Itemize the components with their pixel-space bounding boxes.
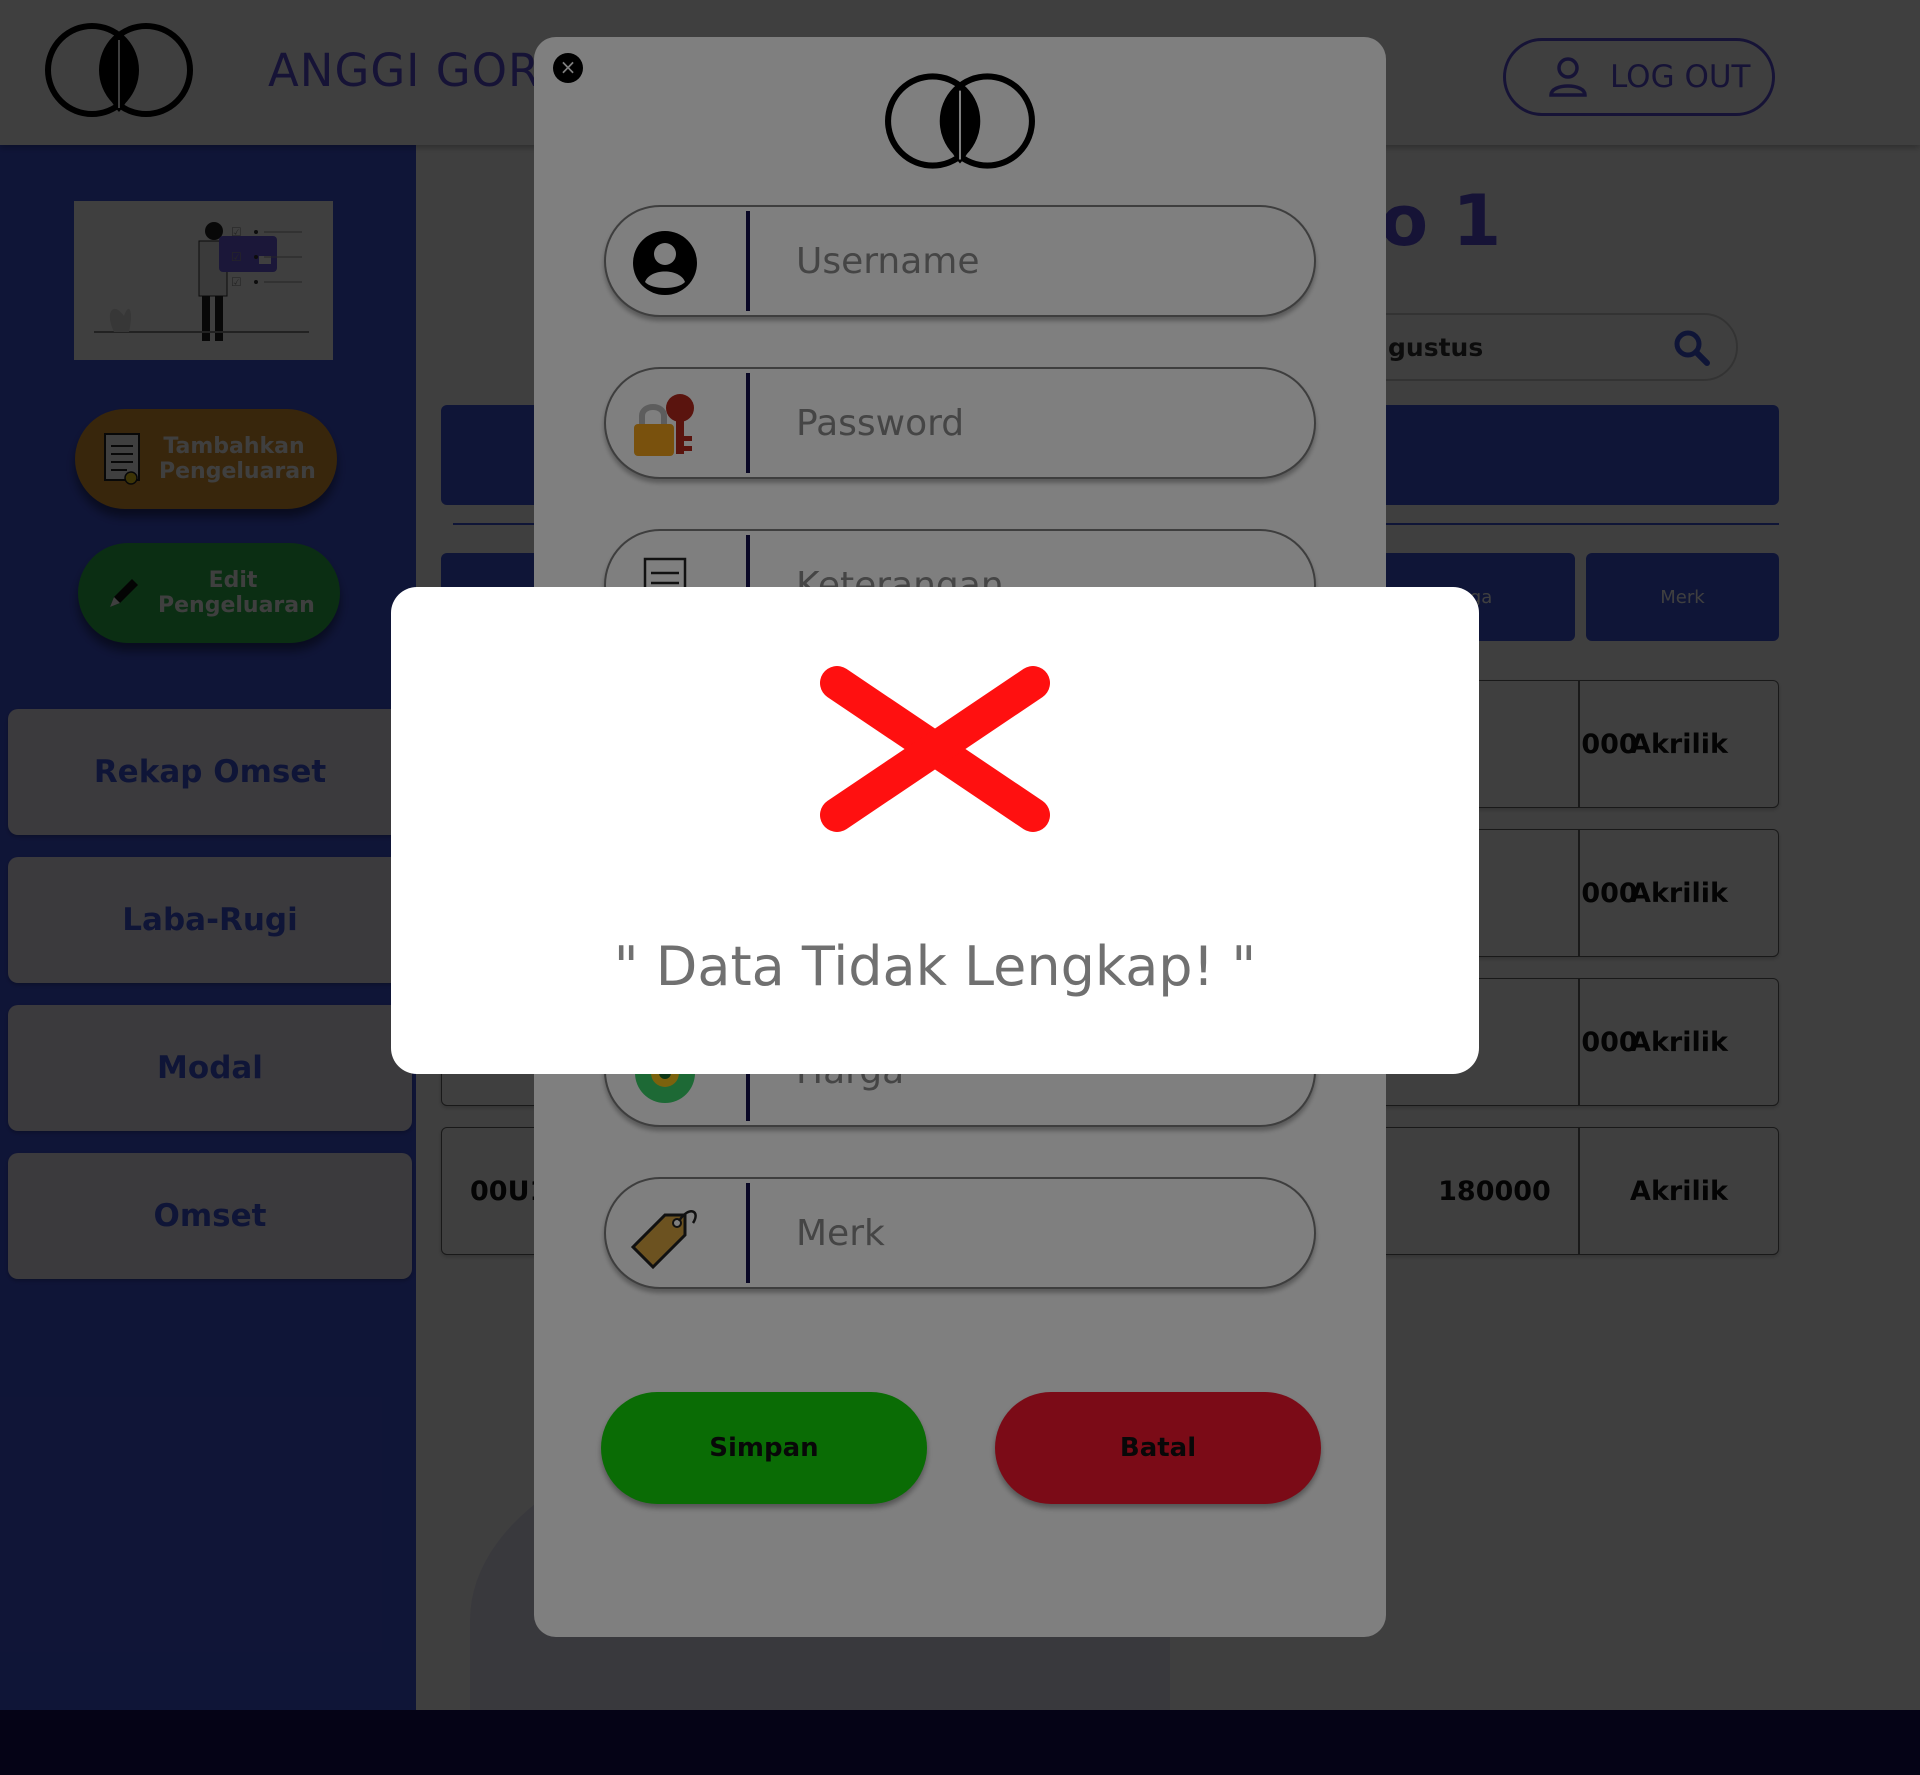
alert-message: " Data Tidak Lengkap! " [613,935,1257,998]
alert-dialog: " Data Tidak Lengkap! " [391,587,1479,1074]
red-x-icon [820,666,1050,832]
